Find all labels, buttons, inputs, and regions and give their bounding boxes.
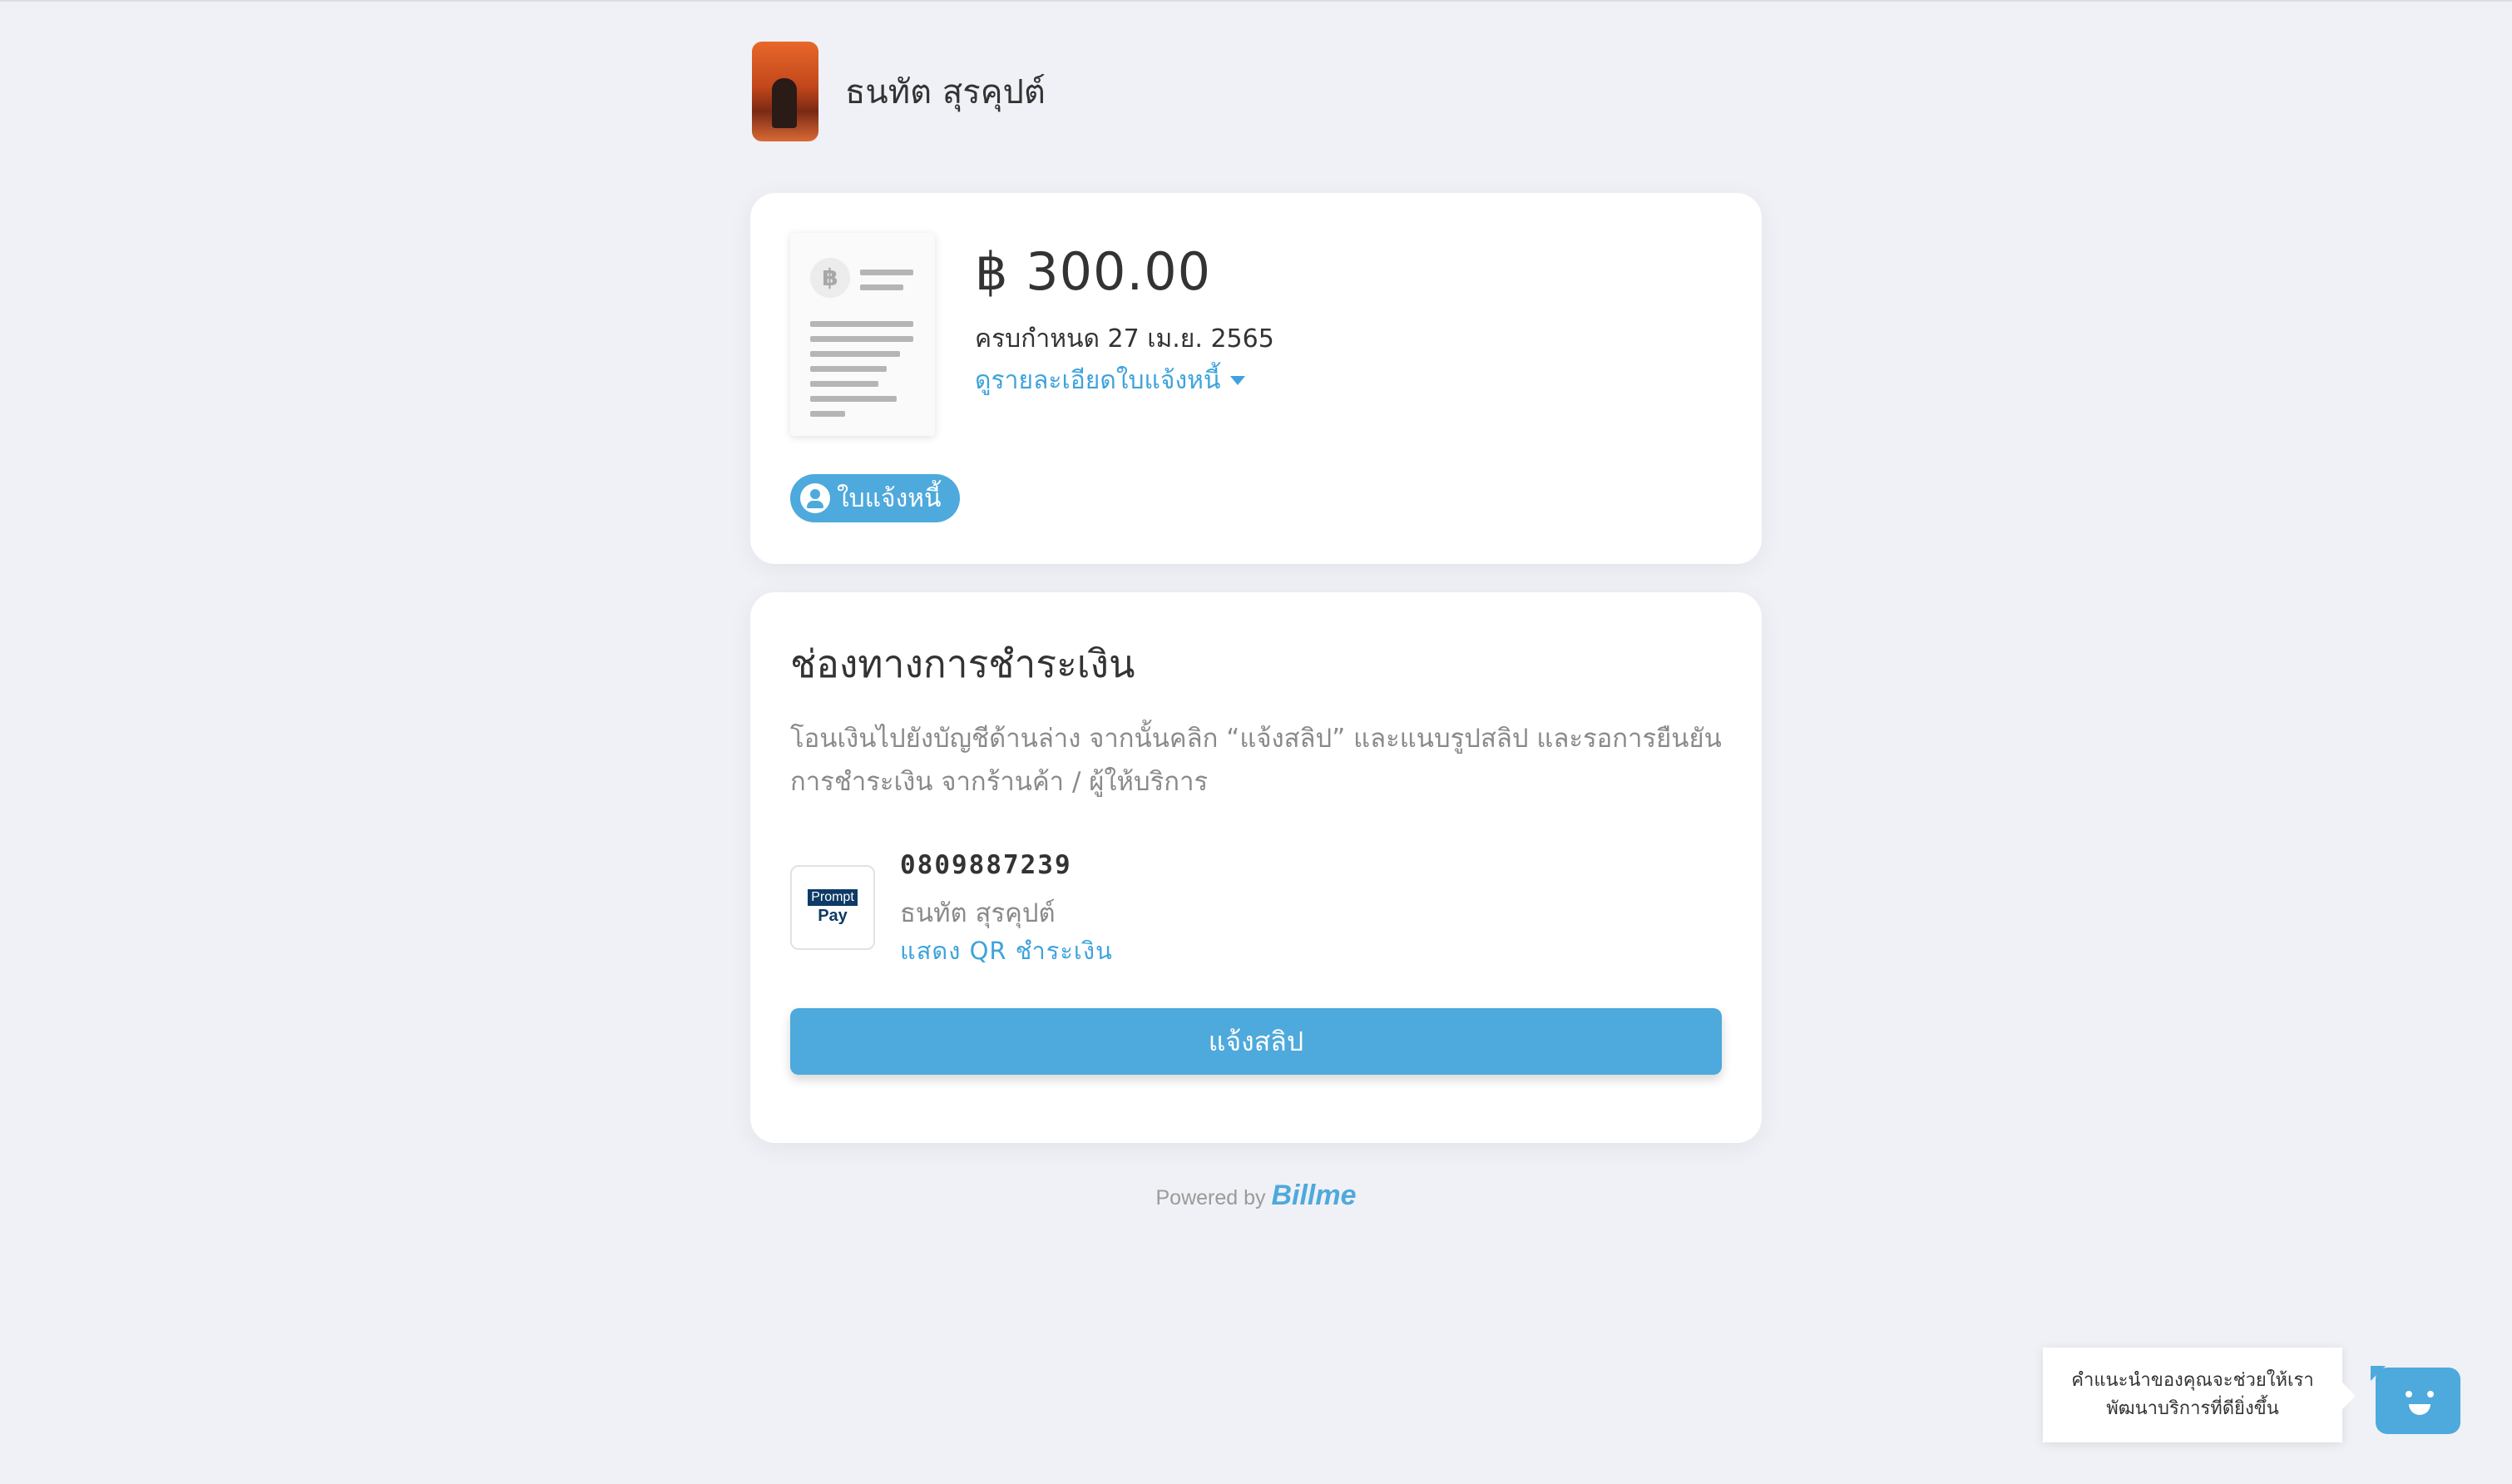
invoice-thumbnail-icon: ฿ — [790, 233, 935, 436]
promptpay-logo-top: Prompt — [808, 889, 858, 906]
chat-face-eye — [2427, 1391, 2434, 1397]
chat-face-icon — [2406, 1391, 2412, 1397]
billme-logo: Billme — [1271, 1180, 1357, 1211]
invoice-detail-link[interactable]: ดูรายละเอียดใบแจ้งหนี้ — [975, 361, 1246, 400]
merchant-avatar — [752, 42, 818, 141]
feedback-line-1: คำแนะนำของคุณจะช่วยให้เรา — [2071, 1370, 2314, 1391]
chat-face-mouth — [2409, 1404, 2430, 1415]
merchant-name: ธนทัต สุรคุปต์ — [845, 73, 1046, 111]
merchant-header: ธนทัต สุรคุปต์ — [752, 42, 1046, 141]
invoice-type-badge: ใบแจ้งหนี้ — [790, 474, 960, 522]
payment-description: โอนเงินไปยังบัญชีด้านล่าง จากนั้นคลิก “แ… — [790, 724, 1722, 797]
user-circle-icon — [800, 483, 830, 513]
promptpay-logo: Prompt Pay — [790, 865, 875, 950]
top-divider — [0, 0, 2512, 2]
payment-channel-card: ช่องทางการชำระเงิน โอนเงินไปยังบัญชีด้าน… — [750, 592, 1762, 1143]
powered-by-footer: Powered by Billme — [750, 1180, 1762, 1212]
invoice-due-date: ครบกำหนด 27 เม.ย. 2565 — [975, 324, 1274, 354]
powered-by-text: Powered by — [1155, 1186, 1266, 1209]
invoice-card: ฿ ฿ 300.00 ครบกำหนด 27 เม.ย. 2565 ดูรายล… — [750, 193, 1762, 564]
invoice-amount: ฿ 300.00 — [975, 241, 1212, 302]
show-qr-link[interactable]: แสดง QR ชำระเงิน — [900, 932, 1113, 970]
submit-slip-button[interactable]: แจ้งสลิป — [790, 1008, 1722, 1075]
caret-down-icon — [1230, 376, 1246, 385]
invoice-detail-label: ดูรายละเอียดใบแจ้งหนี้ — [975, 366, 1221, 395]
invoice-type-label: ใบแจ้งหนี้ — [837, 483, 942, 513]
promptpay-logo-bottom: Pay — [818, 907, 848, 925]
feedback-tooltip: คำแนะนำของคุณจะช่วยให้เรา พัฒนาบริการที่… — [2043, 1348, 2356, 1442]
promptpay-number: 0809887239 — [900, 850, 1072, 880]
baht-coin-icon: ฿ — [810, 258, 850, 298]
payment-title: ช่องทางการชำระเงิน — [790, 641, 1135, 686]
feedback-line-2: พัฒนาบริการที่ดียิ่งขึ้น — [2106, 1398, 2279, 1419]
account-name: ธนทัต สุรคุปต์ — [900, 898, 1056, 928]
feedback-chat-button[interactable] — [2371, 1366, 2460, 1434]
